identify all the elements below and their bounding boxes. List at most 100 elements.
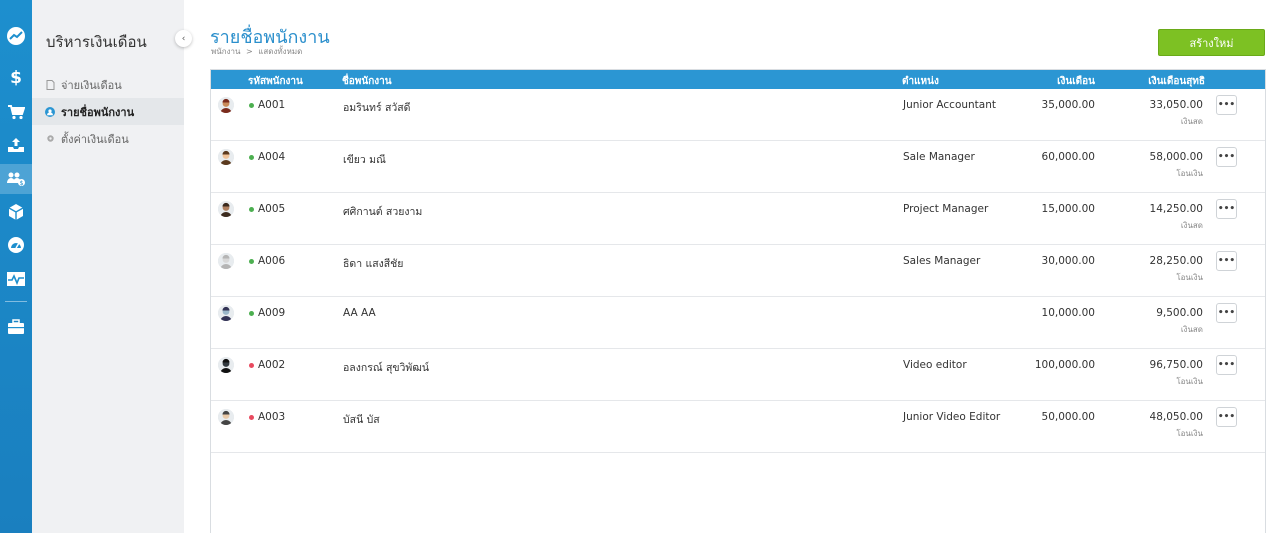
column-header-position[interactable]: ตำแหน่ง: [902, 74, 939, 89]
more-options-button[interactable]: •••: [1216, 95, 1237, 115]
more-options-button[interactable]: •••: [1216, 355, 1237, 375]
sidebar-title: บริหารเงินเดือน: [46, 33, 147, 51]
dollar-icon[interactable]: $: [0, 62, 32, 92]
briefcase-icon[interactable]: [0, 312, 32, 342]
ellipsis-icon: •••: [1217, 100, 1236, 110]
pulse-chart-icon[interactable]: [0, 264, 32, 294]
gauge-icon[interactable]: [0, 230, 32, 260]
avatar: [218, 149, 234, 165]
more-options-button[interactable]: •••: [1216, 147, 1237, 167]
table-row[interactable]: A002 อลงกรณ์ สุขวิพัฒน์ Video editor 100,00…: [211, 349, 1265, 401]
employee-net-salary: 9,500.00: [1156, 307, 1203, 319]
status-dot: [249, 259, 254, 264]
employee-name[interactable]: AA AA: [343, 307, 376, 319]
sidebar-item-salary-settings[interactable]: ตั้งค่าเงินเดือน: [32, 125, 184, 152]
ellipsis-icon: •••: [1217, 412, 1236, 422]
svg-text:$: $: [20, 180, 24, 187]
column-header-net-salary[interactable]: เงินเดือนสุทธิ: [1071, 74, 1205, 89]
table-row[interactable]: A003 บัสนี บัส Junior Video Editor 50,000.0…: [211, 401, 1265, 453]
avatar: [218, 305, 234, 321]
payroll-sidebar: บริหารเงินเดือน จ่ายเงินเดือน รายชื่อพนั…: [32, 0, 184, 533]
more-options-button[interactable]: •••: [1216, 199, 1237, 219]
create-new-button[interactable]: สร้างใหม่: [1158, 29, 1265, 56]
more-options-button[interactable]: •••: [1216, 303, 1237, 323]
breadcrumb: พนักงาน > แสดงทั้งหมด: [211, 45, 302, 58]
status-dot: [249, 363, 254, 368]
employee-net-salary: 96,750.00: [1149, 359, 1203, 371]
rail-divider: [5, 301, 27, 302]
employee-net-salary: 33,050.00: [1149, 99, 1203, 111]
sidebar-item-pay-salary[interactable]: จ่ายเงินเดือน: [32, 71, 184, 98]
table-body: A001 อมรินทร์ สวัสดี Junior Accountant 35,0…: [211, 89, 1265, 453]
people-money-icon[interactable]: $: [0, 164, 32, 194]
employee-code: A004: [258, 151, 286, 163]
breadcrumb-separator: >: [246, 47, 253, 56]
gear-icon: [45, 134, 55, 144]
sidebar-item-label: รายชื่อพนักงาน: [61, 105, 135, 119]
inbox-upload-icon[interactable]: [0, 130, 32, 160]
employee-code: A006: [258, 255, 286, 267]
breadcrumb-item-employees[interactable]: พนักงาน: [211, 45, 240, 58]
employee-code: A001: [258, 99, 286, 111]
cart-icon[interactable]: [0, 97, 32, 127]
more-options-button[interactable]: •••: [1216, 251, 1237, 271]
table-row[interactable]: A005 ศศิกานต์ สวยงาม Project Manager 15,000…: [211, 193, 1265, 245]
status-dot: [249, 103, 254, 108]
employee-name[interactable]: อลงกรณ์ สุขวิพัฒน์: [343, 359, 429, 376]
sidebar-item-employee-list[interactable]: รายชื่อพนักงาน: [32, 98, 184, 125]
table-row[interactable]: A009 AA AA 10,000.00 9,500.00 เงินสด •••: [211, 297, 1265, 349]
employee-net-salary: 58,000.00: [1149, 151, 1203, 163]
main-content: รายชื่อพนักงาน พนักงาน > แสดงทั้งหมด สร้…: [184, 0, 1280, 533]
breadcrumb-item-show-all: แสดงทั้งหมด: [258, 47, 303, 56]
column-header-code[interactable]: รหัสพนักงาน: [248, 74, 303, 89]
more-options-button[interactable]: •••: [1216, 407, 1237, 427]
payment-method: เงินสด: [1180, 325, 1203, 334]
employee-name[interactable]: ธิดา แสงสีชัย: [343, 255, 403, 272]
status-dot: [249, 155, 254, 160]
svg-text:$: $: [10, 68, 22, 86]
document-icon: [45, 79, 55, 90]
employee-name[interactable]: อมรินทร์ สวัสดี: [343, 99, 410, 116]
employee-name[interactable]: บัสนี บัส: [343, 411, 380, 428]
app-icon-rail: $ $: [0, 0, 32, 533]
employee-code: A003: [258, 411, 286, 423]
avatar: [218, 409, 234, 425]
payment-method: เงินสด: [1180, 117, 1203, 126]
employee-net-salary: 28,250.00: [1149, 255, 1203, 267]
ellipsis-icon: •••: [1217, 308, 1236, 318]
ellipsis-icon: •••: [1217, 204, 1236, 214]
employee-net-salary: 48,050.00: [1149, 411, 1203, 423]
employee-code: A009: [258, 307, 286, 319]
avatar: [218, 253, 234, 269]
payment-method: เงินสด: [1180, 221, 1203, 230]
payment-method: โอนเงิน: [1176, 429, 1203, 438]
payment-method: โอนเงิน: [1176, 377, 1203, 386]
sidebar-item-label: ตั้งค่าเงินเดือน: [61, 132, 129, 146]
employee-code: A005: [258, 203, 286, 215]
table-row[interactable]: A001 อมรินทร์ สวัสดี Junior Accountant 35,0…: [211, 89, 1265, 141]
ellipsis-icon: •••: [1217, 360, 1236, 370]
payment-method: โอนเงิน: [1176, 273, 1203, 282]
status-dot: [249, 311, 254, 316]
payment-method: โอนเงิน: [1176, 169, 1203, 178]
employee-net-salary: 14,250.00: [1149, 203, 1203, 215]
ellipsis-icon: •••: [1217, 256, 1236, 266]
employee-table: รหัสพนักงาน ชื่อพนักงาน ตำแหน่ง เงินเดือ…: [210, 69, 1266, 533]
employee-name[interactable]: ศศิกานต์ สวยงาม: [343, 203, 422, 220]
sidebar-item-label: จ่ายเงินเดือน: [61, 78, 122, 92]
collapse-sidebar-button[interactable]: ‹: [175, 30, 192, 47]
table-header: รหัสพนักงาน ชื่อพนักงาน ตำแหน่ง เงินเดือ…: [211, 70, 1265, 89]
avatar: [218, 201, 234, 217]
avatar: [218, 97, 234, 113]
employee-position: Video editor: [903, 359, 967, 371]
table-row[interactable]: A006 ธิดา แสงสีชัย Sales Manager 30,000.00 2…: [211, 245, 1265, 297]
column-header-name[interactable]: ชื่อพนักงาน: [342, 74, 392, 89]
employee-name[interactable]: เขียว มณี: [343, 151, 386, 168]
avatar: [218, 357, 234, 373]
box-icon[interactable]: [0, 197, 32, 227]
trend-icon[interactable]: [0, 21, 32, 51]
employee-code: A002: [258, 359, 286, 371]
table-row[interactable]: A004 เขียว มณี Sale Manager 60,000.00 58,000…: [211, 141, 1265, 193]
status-dot: [249, 207, 254, 212]
user-circle-icon: [45, 106, 55, 117]
